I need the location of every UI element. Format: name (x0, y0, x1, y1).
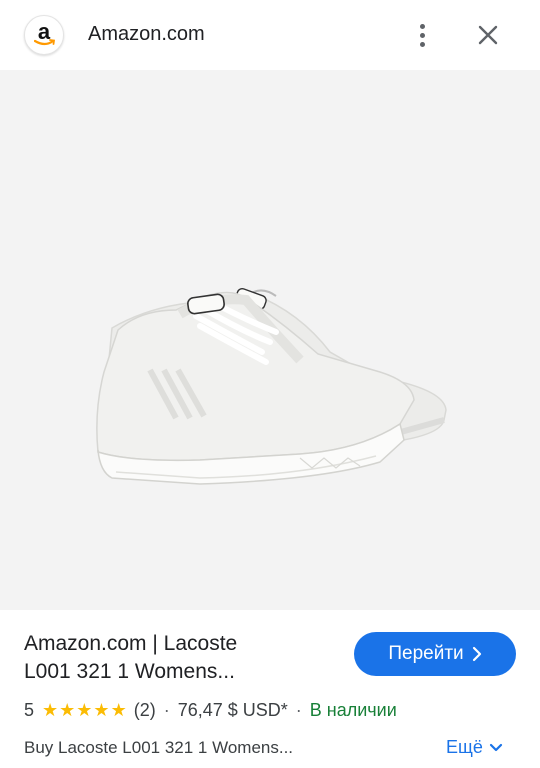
top-bar: a Amazon.com (0, 0, 540, 70)
availability-status: В наличии (309, 700, 397, 720)
product-meta: 5 ★★★★★ (2) · 76,47 $ USD* · В наличии (24, 700, 397, 721)
product-title[interactable]: Amazon.com | Lacoste L001 321 1 Womens..… (24, 630, 324, 686)
result-details: Amazon.com | Lacoste L001 321 1 Womens..… (0, 610, 540, 768)
rating-value: 5 (24, 700, 35, 720)
more-label: Ещё (446, 737, 483, 757)
separator: · (163, 700, 170, 720)
title-line-1: Amazon.com | Lacoste (24, 632, 238, 655)
amazon-logo-icon: a (24, 15, 64, 55)
visit-button[interactable]: Перейти (354, 632, 516, 676)
separator: · (295, 700, 302, 720)
site-name[interactable]: Amazon.com (88, 23, 205, 46)
front-sneaker (96, 291, 415, 485)
title-line-2: L001 321 1 Womens... (24, 660, 235, 683)
chevron-right-icon (472, 646, 481, 662)
close-icon[interactable] (474, 21, 502, 49)
more-button[interactable]: Ещё (446, 737, 503, 758)
smile-arrow-icon (34, 39, 56, 46)
product-image[interactable] (0, 70, 540, 659)
sneakers-image (96, 288, 447, 485)
review-count: (2) (133, 700, 156, 720)
more-vert-icon[interactable] (410, 20, 434, 50)
product-description: Buy Lacoste L001 321 1 Womens... (24, 738, 294, 757)
price: 76,47 $ USD* (177, 700, 288, 720)
visit-button-label: Перейти (388, 643, 464, 664)
rating-stars: ★★★★★ (42, 700, 128, 720)
chevron-down-icon (489, 743, 502, 751)
